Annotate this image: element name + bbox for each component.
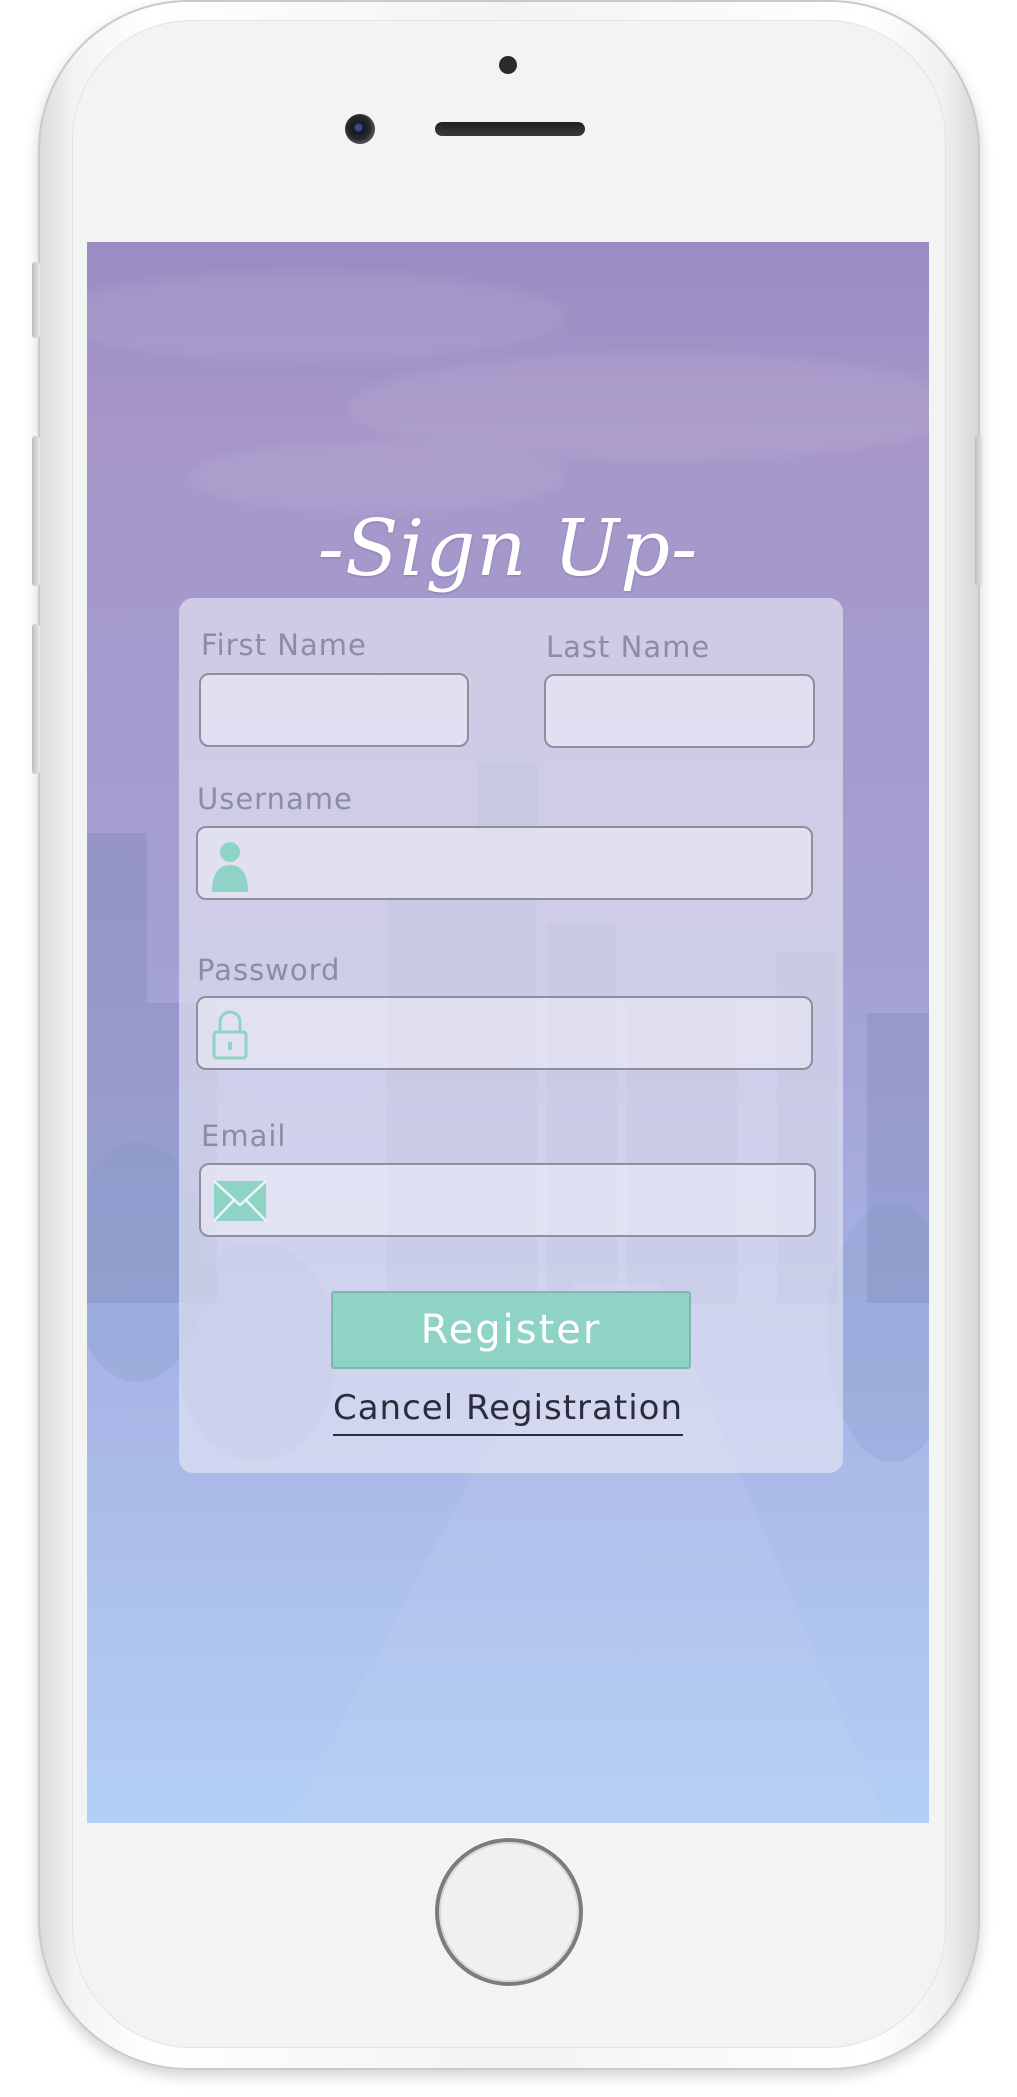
- register-button[interactable]: Register: [331, 1291, 691, 1369]
- cancel-registration-link[interactable]: Cancel Registration: [87, 1388, 929, 1436]
- front-camera-icon: [345, 114, 375, 144]
- email-field[interactable]: [199, 1163, 816, 1237]
- proximity-sensor: [499, 56, 517, 74]
- cancel-registration-label: Cancel Registration: [332, 1388, 684, 1436]
- page-title: -Sign Up-: [317, 504, 699, 594]
- earpiece-speaker: [435, 122, 585, 136]
- mute-switch: [32, 262, 40, 338]
- password-field[interactable]: [196, 996, 813, 1070]
- password-label: Password: [197, 953, 341, 987]
- username-label: Username: [197, 782, 353, 816]
- cloud: [187, 442, 567, 512]
- padlock-icon: [212, 1010, 248, 1060]
- app-screen: -Sign Up- First Name Last Name Username …: [87, 242, 929, 1823]
- cloud: [87, 272, 567, 362]
- home-button[interactable]: [435, 1838, 583, 1986]
- envelope-icon: [213, 1180, 267, 1222]
- username-field[interactable]: [196, 826, 813, 900]
- first-name-field[interactable]: [199, 673, 469, 747]
- last-name-label: Last Name: [546, 630, 711, 664]
- email-label: Email: [201, 1119, 287, 1153]
- first-name-label: First Name: [201, 628, 367, 662]
- volume-down-button: [32, 624, 40, 774]
- power-button: [975, 436, 983, 586]
- volume-up-button: [32, 436, 40, 586]
- last-name-field[interactable]: [544, 674, 815, 748]
- user-icon: [212, 842, 248, 892]
